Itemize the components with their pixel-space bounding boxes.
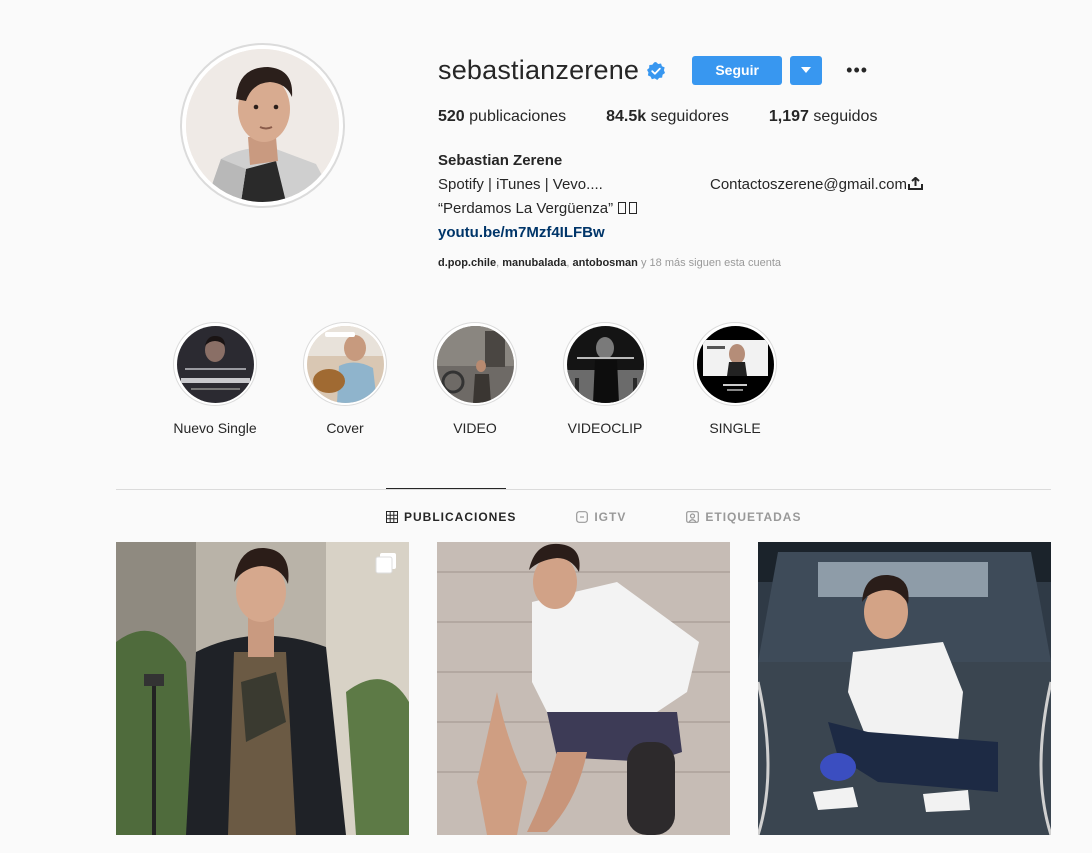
highlight-ring	[563, 322, 647, 406]
igtv-icon	[576, 511, 589, 523]
bio-quote-text: “Perdamos La Vergüenza”	[438, 200, 618, 217]
followers-label: seguidores	[650, 108, 729, 125]
followers-count: 84.5k	[606, 108, 647, 125]
bio-quote: “Perdamos La Vergüenza”	[438, 197, 998, 221]
posts-count: 520	[438, 108, 465, 125]
highlight-item[interactable]: VIDEO	[410, 322, 540, 436]
bio-line: Spotify | iTunes | Vevo.... Contactoszer…	[438, 173, 998, 197]
caret-down-icon	[801, 67, 812, 73]
bio-text: Spotify | iTunes | Vevo....	[438, 176, 603, 193]
tab-label: IGTV	[594, 510, 627, 524]
profile-avatar	[186, 49, 339, 202]
highlight-cover	[436, 325, 514, 403]
highlight-cover	[306, 325, 384, 403]
profile-avatar-ring	[180, 43, 345, 208]
profile-info: sebastianzerene Seguir ••• 520 publicaci…	[438, 52, 998, 269]
followed-by-name[interactable]: manubalada	[502, 257, 566, 269]
post-thumbnail[interactable]	[437, 542, 730, 835]
post-thumbnail[interactable]	[116, 542, 409, 835]
bio-contact-email: Contactoszerene@gmail.com	[710, 176, 907, 193]
highlight-ring	[433, 322, 517, 406]
username: sebastianzerene	[438, 54, 640, 85]
following-label: seguidos	[813, 108, 878, 125]
followed-by-name[interactable]: d.pop.chile	[438, 257, 496, 269]
highlight-cover	[566, 325, 644, 403]
highlight-cover	[176, 325, 254, 403]
more-options-button[interactable]: •••	[846, 60, 868, 81]
followed-by-suffix: y 18 más siguen esta cuenta	[640, 257, 781, 269]
profile-tabs: PUBLICACIONES IGTV ETIQUETADAS	[386, 510, 861, 524]
highlight-item[interactable]: Cover	[280, 322, 410, 436]
highlight-label: VIDEO	[453, 420, 497, 436]
tab-label: PUBLICACIONES	[404, 510, 517, 524]
tagged-icon	[686, 511, 700, 523]
full-name: Sebastian Zerene	[438, 152, 563, 169]
highlight-label: Cover	[326, 420, 364, 436]
active-tab-indicator	[386, 488, 506, 489]
tab-publicaciones[interactable]: PUBLICACIONES	[386, 510, 516, 524]
multiple-photos-icon	[375, 553, 396, 574]
verified-badge-icon	[647, 62, 666, 80]
tabs-divider	[116, 489, 1051, 490]
profile-header-row: sebastianzerene Seguir •••	[438, 52, 998, 88]
profile-page: sebastianzerene Seguir ••• 520 publicaci…	[0, 0, 1092, 853]
share-icon	[907, 176, 923, 190]
highlight-item[interactable]: VIDEOCLIP	[540, 322, 670, 436]
follow-button[interactable]: Seguir	[692, 55, 783, 85]
suggested-accounts-dropdown-button[interactable]	[790, 55, 823, 85]
profile-bio: Sebastian Zerene Spotify | iTunes | Vevo…	[438, 149, 998, 245]
highlight-ring	[693, 322, 777, 406]
tab-label: ETIQUETADAS	[705, 510, 802, 524]
highlight-label: VIDEOCLIP	[567, 420, 643, 436]
highlight-label: SINGLE	[709, 420, 761, 436]
following-stat[interactable]: 1,197 seguidos	[769, 108, 878, 126]
bio-contact: Contactoszerene@gmail.com	[710, 173, 923, 197]
tab-etiquetadas[interactable]: ETIQUETADAS	[686, 510, 801, 524]
story-highlights: Nuevo Single Cover VIDEO VIDEOCLIP SINGL…	[150, 322, 800, 436]
highlight-cover	[696, 325, 774, 403]
posts-label: publicaciones	[469, 108, 567, 125]
highlight-ring	[303, 322, 387, 406]
post-thumbnail[interactable]	[758, 542, 1051, 835]
highlight-ring	[173, 322, 257, 406]
highlight-label: Nuevo Single	[173, 420, 257, 436]
profile-stats: 520 publicaciones 84.5k seguidores 1,197…	[438, 108, 998, 126]
posts-grid	[116, 542, 1051, 835]
posts-stat: 520 publicaciones	[438, 108, 566, 126]
grid-icon	[386, 511, 398, 523]
emoji-placeholder-icon	[618, 202, 627, 214]
highlight-item[interactable]: Nuevo Single	[150, 322, 280, 436]
highlight-item[interactable]: SINGLE	[670, 322, 800, 436]
following-count: 1,197	[768, 108, 809, 125]
tab-igtv[interactable]: IGTV	[576, 510, 626, 524]
followed-by-name[interactable]: antobosman	[573, 257, 638, 269]
followed-by[interactable]: d.pop.chile, manubalada, antobosman y 18…	[438, 257, 998, 269]
bio-link[interactable]: youtu.be/m7Mzf4ILFBw	[438, 224, 605, 241]
emoji-placeholder-icon	[629, 202, 638, 214]
followers-stat[interactable]: 84.5k seguidores	[606, 108, 729, 126]
